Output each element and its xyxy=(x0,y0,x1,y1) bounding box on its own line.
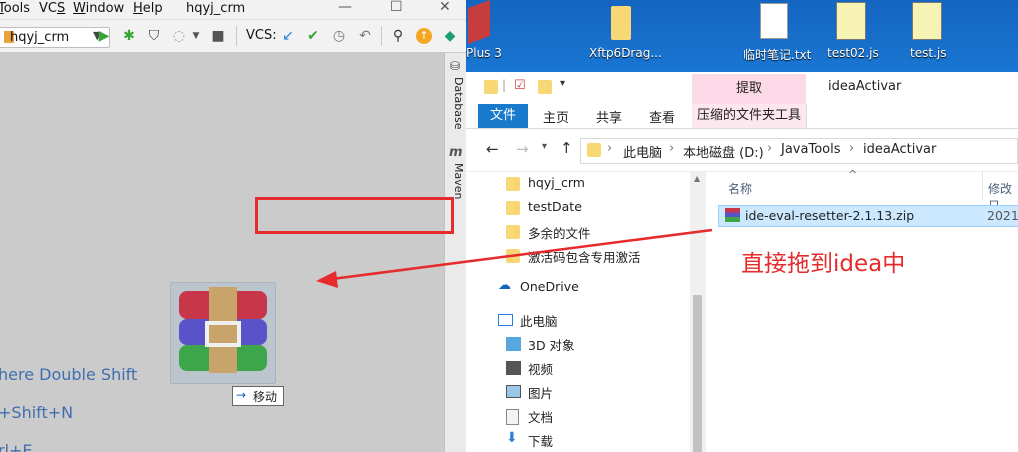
annotation-arrow xyxy=(316,228,713,288)
